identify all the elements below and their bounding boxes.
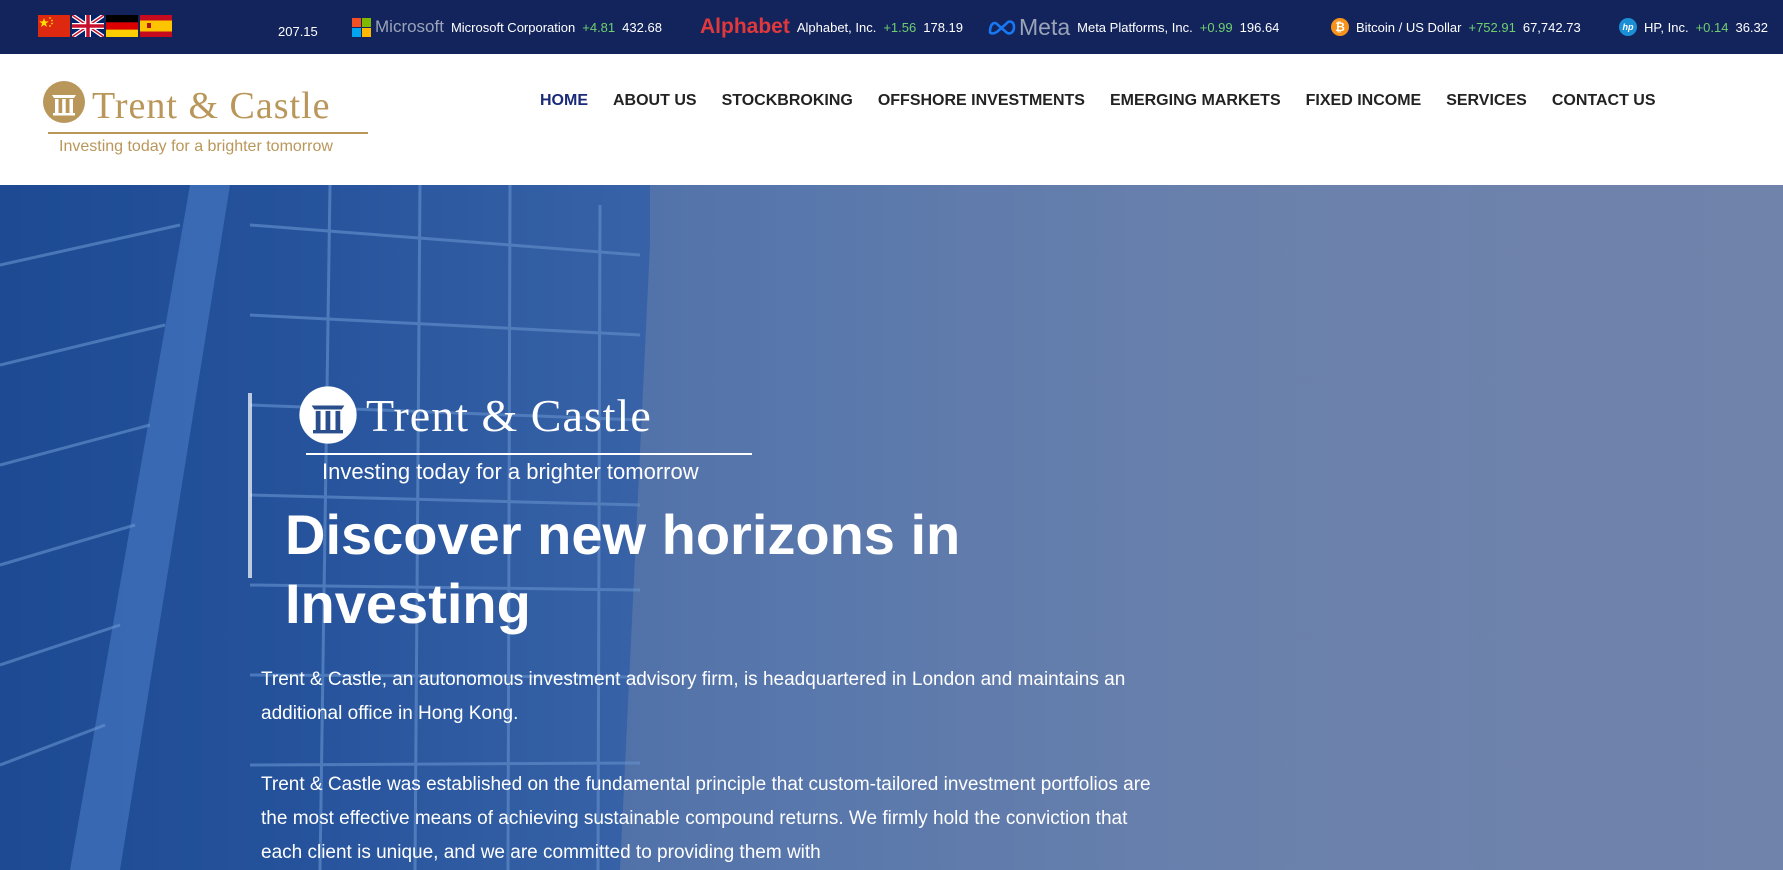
ticker-price: 178.19 — [923, 19, 964, 35]
ticker-item-microsoft[interactable]: Microsoft Microsoft Corporation +4.81 43… — [352, 0, 662, 54]
ticker-price: 196.64 — [1239, 19, 1280, 35]
ticker-name: HP, Inc. — [1644, 19, 1689, 35]
ticker-item-hp[interactable]: hp HP, Inc. +0.14 36.32 — [1619, 0, 1768, 54]
ticker-change: +0.99 — [1199, 19, 1233, 35]
main-nav: HOME ABOUT US STOCKBROKING OFFSHORE INVE… — [540, 92, 1656, 110]
hero-intro-paragraph: Trent & Castle, an autonomous investment… — [261, 669, 1126, 724]
nav-item-services[interactable]: SERVICES — [1446, 92, 1527, 110]
microsoft-wordmark: Microsoft — [375, 17, 444, 36]
china-flag-icon[interactable] — [38, 15, 70, 37]
hero-logo-title: Trent & Castle — [366, 390, 652, 441]
bitcoin-icon: ₿ — [1331, 18, 1349, 36]
germany-flag-icon[interactable] — [106, 15, 138, 37]
ticker-item-alphabet[interactable]: Alphabet Alphabet, Inc. +1.56 178.19 — [700, 0, 963, 54]
ticker-item-bitcoin[interactable]: ₿ Bitcoin / US Dollar +752.91 67,742.73 — [1331, 0, 1581, 54]
ticker-change: +4.81 — [582, 19, 616, 35]
hero-heading: Discover new horizons in Investing — [285, 503, 961, 635]
ticker-name: Microsoft Corporation — [450, 19, 576, 35]
nav-item-contact-us[interactable]: CONTACT US — [1552, 92, 1656, 110]
castle-emblem-icon — [43, 81, 85, 123]
nav-item-stockbroking[interactable]: STOCKBROKING — [722, 92, 853, 110]
stock-ticker-bar: 207.15 Microsoft Microsoft Corporation +… — [0, 0, 1783, 54]
language-selector — [38, 15, 172, 37]
hero-logo-tagline: Investing today for a brighter tomorrow — [322, 459, 699, 484]
site-header: Trent & Castle Investing today for a bri… — [0, 54, 1783, 185]
uk-flag-icon[interactable] — [72, 15, 104, 37]
nav-item-about-us[interactable]: ABOUT US — [613, 92, 697, 110]
hero-logo: Trent & Castle Investing today for a bri… — [298, 385, 758, 485]
meta-logo: Meta — [988, 14, 1070, 41]
castle-emblem-icon — [299, 386, 357, 444]
ticker-change: +1.56 — [883, 19, 917, 35]
alphabet-logo: Alphabet — [700, 15, 790, 38]
hero-accent-line — [248, 393, 252, 578]
hero-section: Trent & Castle Investing today for a bri… — [0, 185, 1783, 870]
ticker-price: 67,742.73 — [1522, 19, 1581, 35]
ticker-name: Alphabet, Inc. — [796, 19, 877, 35]
nav-item-offshore-investments[interactable]: OFFSHORE INVESTMENTS — [878, 92, 1085, 110]
ticker-price: 36.32 — [1735, 19, 1769, 35]
nav-item-home[interactable]: HOME — [540, 92, 588, 110]
ticker-item-meta[interactable]: Meta Meta Platforms, Inc. +0.99 196.64 — [988, 0, 1279, 54]
spain-flag-icon[interactable] — [140, 15, 172, 37]
nav-item-fixed-income[interactable]: FIXED INCOME — [1306, 92, 1422, 110]
logo-title: Trent & Castle — [92, 85, 331, 127]
hp-icon: hp — [1619, 18, 1637, 36]
microsoft-logo: Microsoft — [352, 17, 444, 37]
ticker-name: Meta Platforms, Inc. — [1077, 19, 1193, 35]
hero-mission-paragraph: Trent & Castle was established on the fu… — [261, 774, 1151, 863]
ticker-name: Bitcoin / US Dollar — [1356, 19, 1462, 35]
microsoft-icon — [352, 17, 371, 37]
ticker-price: 432.68 — [622, 19, 662, 35]
ticker-price: 207.15 — [278, 24, 318, 39]
ticker-change: +752.91 — [1468, 19, 1516, 35]
ticker-change: +0.14 — [1695, 19, 1729, 35]
meta-infinity-icon — [988, 20, 1016, 35]
nav-item-emerging-markets[interactable]: EMERGING MARKETS — [1110, 92, 1281, 110]
meta-wordmark: Meta — [1019, 13, 1071, 40]
logo-tagline: Investing today for a brighter tomorrow — [59, 138, 333, 155]
site-logo[interactable]: Trent & Castle Investing today for a bri… — [42, 80, 372, 160]
hero-logo-divider — [306, 453, 752, 455]
logo-divider — [48, 132, 368, 134]
